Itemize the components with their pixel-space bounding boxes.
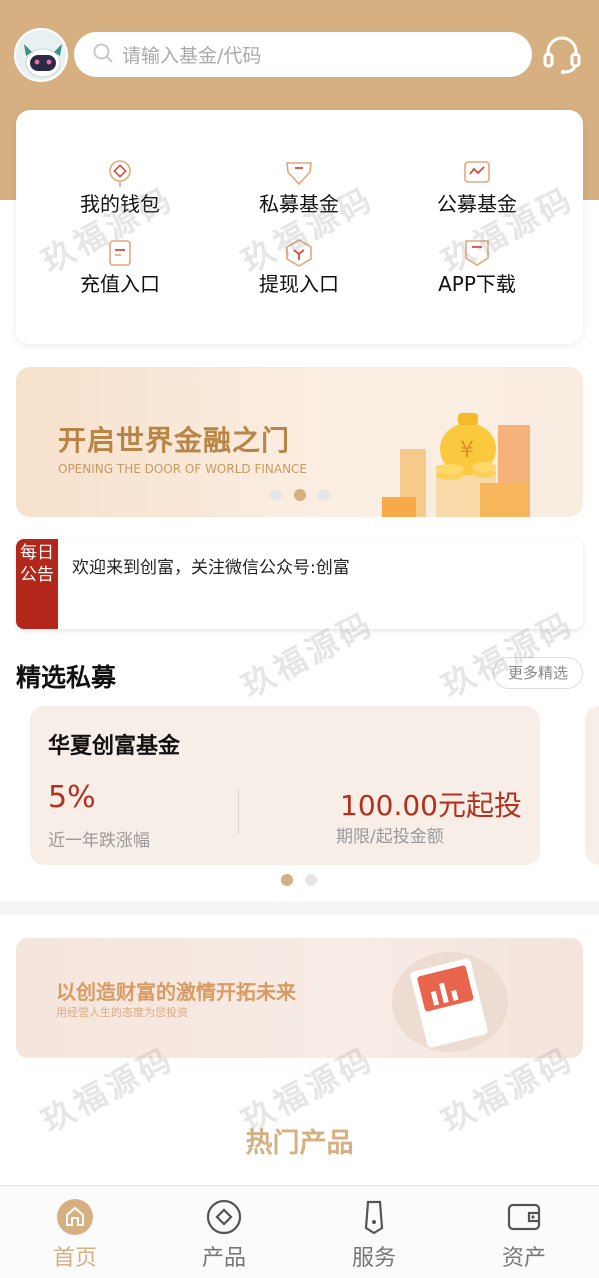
pagination-dot[interactable] bbox=[318, 489, 330, 501]
robot-avatar-icon[interactable] bbox=[14, 28, 68, 82]
search-input[interactable]: 请输入基金/代码 bbox=[122, 41, 261, 68]
fund-rate-label: 近一年跌涨幅 bbox=[48, 831, 150, 851]
notice-text: 欢迎来到创富，关注微信公众号:创富 bbox=[72, 558, 350, 578]
pagination-dot-active[interactable] bbox=[294, 489, 306, 501]
search-bar[interactable]: 请输入基金/代码 bbox=[74, 32, 532, 77]
menu-item-app-download[interactable]: APP下载 bbox=[402, 238, 552, 297]
divider bbox=[238, 788, 239, 834]
banner-title: 以创造财富的激情开拓未来 bbox=[56, 980, 296, 1004]
tab-label: 首页 bbox=[52, 1246, 97, 1271]
menu-item-label: APP下载 bbox=[438, 272, 516, 296]
tab-product[interactable]: 产品 bbox=[149, 1186, 299, 1278]
pagination-dot[interactable] bbox=[270, 489, 282, 501]
menu-item-private-fund[interactable]: 私募基金 bbox=[224, 158, 374, 217]
wallet-icon bbox=[105, 158, 135, 188]
headset-icon[interactable] bbox=[538, 30, 586, 78]
assets-wallet-icon bbox=[505, 1198, 543, 1236]
section-title-hot: 热门产品 bbox=[245, 1128, 354, 1159]
product-icon bbox=[205, 1198, 243, 1236]
section-separator bbox=[0, 901, 599, 915]
section-title-featured: 精选私募 bbox=[16, 663, 117, 692]
menu-item-label: 私募基金 bbox=[259, 192, 339, 216]
private-fund-icon bbox=[284, 158, 314, 188]
menu-item-label: 提现入口 bbox=[259, 272, 339, 296]
pagination-dot-active[interactable] bbox=[281, 874, 293, 886]
daily-notice[interactable]: 每日公告 欢迎来到创富，关注微信公众号:创富 bbox=[16, 539, 583, 629]
banner-title: 开启世界金融之门 bbox=[58, 424, 291, 457]
svg-text:¥: ¥ bbox=[460, 438, 474, 463]
banner-pagination[interactable] bbox=[270, 489, 330, 501]
home-icon bbox=[56, 1198, 94, 1236]
menu-item-public-fund[interactable]: 公募基金 bbox=[402, 158, 552, 217]
fund-amount-label: 期限/起投金额 bbox=[336, 827, 444, 847]
menu-item-label: 我的钱包 bbox=[80, 192, 160, 216]
fund-card[interactable]: 华夏创富基金 5% 近一年跌涨幅 100.00元起投 期限/起投金额 bbox=[30, 706, 540, 865]
public-fund-icon bbox=[462, 158, 492, 188]
tab-label: 服务 bbox=[351, 1246, 396, 1271]
tab-home[interactable]: 首页 bbox=[0, 1186, 150, 1278]
app-download-icon bbox=[462, 238, 492, 268]
search-icon bbox=[92, 42, 114, 68]
chart-card-illustration bbox=[392, 952, 508, 1052]
banner-subtitle: 用经营人生的态度为您投资 bbox=[56, 1006, 188, 1019]
fund-name: 华夏创富基金 bbox=[48, 734, 181, 759]
more-featured-button[interactable]: 更多精选 bbox=[493, 657, 583, 689]
notice-tag: 每日公告 bbox=[16, 539, 58, 629]
next-fund-card-peek[interactable] bbox=[585, 706, 599, 865]
menu-item-recharge[interactable]: 充值入口 bbox=[45, 238, 195, 297]
pagination-dot[interactable] bbox=[305, 874, 317, 886]
menu-item-wallet[interactable]: 我的钱包 bbox=[45, 158, 195, 217]
tab-label: 资产 bbox=[501, 1246, 546, 1271]
tab-service[interactable]: 服务 bbox=[299, 1186, 449, 1278]
service-icon bbox=[355, 1198, 393, 1236]
recharge-icon bbox=[105, 238, 135, 268]
fund-min-amount: 100.00元起投 bbox=[340, 789, 522, 822]
fund-rate: 5% bbox=[48, 780, 96, 815]
fund-carousel-pagination[interactable] bbox=[281, 874, 317, 886]
menu-item-withdraw[interactable]: 提现入口 bbox=[224, 238, 374, 297]
bottom-tab-bar: 首页 产品 服务 资产 bbox=[0, 1185, 599, 1278]
promo-banner-finance[interactable]: 开启世界金融之门 OPENING THE DOOR OF WORLD FINAN… bbox=[16, 367, 583, 517]
tab-label: 产品 bbox=[201, 1246, 246, 1271]
banner-subtitle: OPENING THE DOOR OF WORLD FINANCE bbox=[58, 462, 308, 476]
tab-assets[interactable]: 资产 bbox=[449, 1186, 599, 1278]
withdraw-icon bbox=[284, 238, 314, 268]
menu-item-label: 公募基金 bbox=[437, 192, 517, 216]
promo-banner-slogan[interactable]: 以创造财富的激情开拓未来 用经营人生的态度为您投资 bbox=[16, 938, 583, 1058]
menu-item-label: 充值入口 bbox=[80, 272, 160, 296]
quick-menu-card: 我的钱包 私募基金 公募基金 充值入口 提现入口 APP下载 bbox=[16, 110, 583, 344]
money-bag-buildings-illustration: ¥ bbox=[382, 413, 530, 517]
